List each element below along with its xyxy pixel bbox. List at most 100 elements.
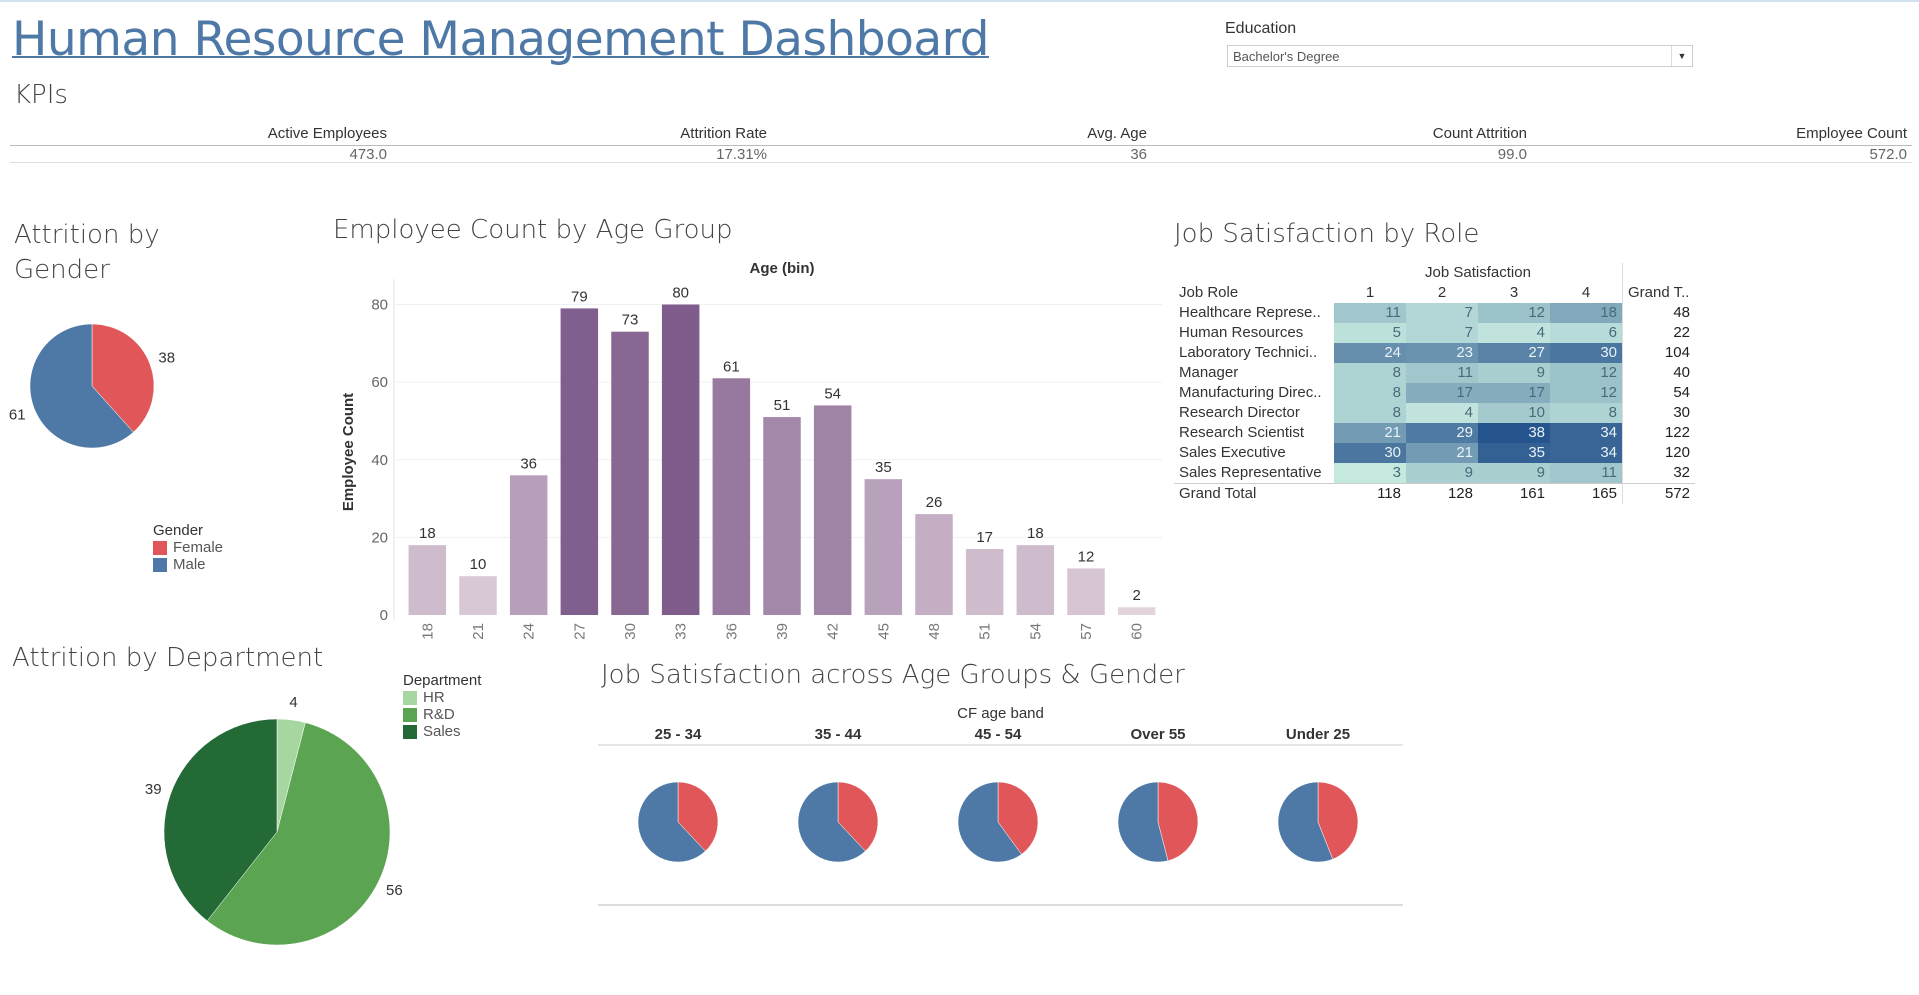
age-bar[interactable] [864, 479, 903, 615]
gender-legend: Gender Female Male [153, 522, 223, 573]
age-bar[interactable] [459, 576, 497, 615]
legend-item-female[interactable]: Female [153, 539, 223, 556]
jobsat-heat-cell[interactable]: 4 [1478, 323, 1550, 343]
jobsat-heat-cell[interactable]: 17 [1406, 383, 1478, 403]
age-bar[interactable] [763, 417, 801, 615]
jobsat-heat-cell[interactable]: 21 [1334, 423, 1406, 443]
agegender-band-label: 25 - 34 [655, 726, 702, 743]
jobsat-heat-cell[interactable]: 9 [1478, 363, 1550, 383]
jobsat-heat-cell[interactable]: 11 [1550, 463, 1623, 484]
jobsat-heat-cell[interactable]: 11 [1334, 303, 1406, 323]
kpi-value-employee-count[interactable]: 572.0 [1607, 146, 1907, 163]
age-bar-label: 26 [926, 494, 943, 511]
kpi-value-avg-age[interactable]: 36 [847, 146, 1147, 163]
agegender-pie-grid[interactable]: CF age band 25 - 34 35 - 44 45 - 54 Over 55 U… [598, 700, 1403, 910]
age-bar[interactable] [1067, 568, 1105, 615]
jobsat-heat-cell[interactable]: 7 [1406, 303, 1478, 323]
jobsat-heat-cell[interactable]: 34 [1550, 443, 1623, 463]
jobsat-group-header-row: Job Satisfaction [1174, 263, 1695, 283]
jobsat-heatmap[interactable]: Job Satisfaction Job Role 1 2 3 4 Grand T.. Hea… [1174, 263, 1695, 504]
jobsat-heat-cell[interactable]: 17 [1478, 383, 1550, 403]
table-row[interactable]: Sales Representative 3 9 9 11 32 [1174, 463, 1695, 484]
kpi-label-active-employees: Active Employees [267, 125, 387, 142]
age-bar[interactable] [1117, 607, 1156, 615]
age-bar[interactable] [611, 331, 649, 615]
jobsat-header-row: Job Role 1 2 3 4 Grand T.. [1174, 283, 1695, 303]
jobsat-heat-cell[interactable]: 29 [1406, 423, 1478, 443]
age-bar[interactable] [712, 378, 751, 615]
jobsat-heat-cell[interactable]: 38 [1478, 423, 1550, 443]
jobsat-heat-cell[interactable]: 27 [1478, 343, 1550, 363]
age-bar[interactable] [408, 545, 447, 615]
legend-item-male[interactable]: Male [153, 556, 223, 573]
age-bar[interactable] [813, 405, 852, 615]
jobsat-heat-cell[interactable]: 12 [1550, 363, 1623, 383]
jobsat-heat-cell[interactable]: 8 [1334, 403, 1406, 423]
jobsat-role-label: Research Scientist [1179, 424, 1305, 441]
sales-swatch [403, 724, 417, 739]
education-filter-dropdown[interactable]: Bachelor's Degree ▼ [1227, 45, 1693, 67]
jobsat-heat-cell[interactable]: 18 [1550, 303, 1623, 323]
legend-item-hr[interactable]: HR [403, 689, 481, 706]
legend-item-sales[interactable]: Sales [403, 723, 481, 740]
age-bar[interactable] [661, 304, 700, 615]
jobsat-heat-cell[interactable]: 23 [1406, 343, 1478, 363]
age-bar[interactable] [560, 308, 599, 615]
jobsat-chart-title: Job Satisfaction by Role [1174, 219, 1480, 249]
jobsat-role-label: Sales Executive [1179, 444, 1286, 461]
jobsat-heat-cell[interactable]: 8 [1334, 383, 1406, 403]
jobsat-row-total: 48 [1622, 303, 1695, 323]
age-bar-chart[interactable]: Age (bin)Employee Count02040608018181021… [330, 255, 1170, 645]
jobsat-grand-total-row[interactable]: Grand Total 118 128 161 165 572 [1174, 483, 1695, 504]
kpi-label-attrition-rate: Attrition Rate [680, 125, 767, 142]
legend-item-rnd[interactable]: R&D [403, 706, 481, 723]
jobsat-heat-cell[interactable]: 24 [1334, 343, 1406, 363]
table-row[interactable]: Human Resources 5 7 4 6 22 [1174, 323, 1695, 343]
jobsat-column-header: 3 [1509, 284, 1519, 301]
gender-pie-chart[interactable]: 38 61 [0, 300, 200, 460]
jobsat-heat-cell[interactable]: 8 [1550, 403, 1623, 423]
age-bar[interactable] [965, 549, 1004, 615]
agegender-column-group-label: CF age band [957, 705, 1044, 722]
jobsat-heat-cell[interactable]: 9 [1406, 463, 1478, 484]
legend-label-male: Male [173, 556, 206, 573]
table-row[interactable]: Manager 8 11 9 12 40 [1174, 363, 1695, 383]
jobsat-heat-cell[interactable]: 9 [1478, 463, 1550, 484]
kpi-value-attrition-rate[interactable]: 17.31% [467, 146, 767, 163]
table-row[interactable]: Healthcare Represe.. 11 7 12 18 48 [1174, 303, 1695, 323]
age-bar[interactable] [915, 514, 953, 615]
jobsat-heat-cell[interactable]: 12 [1478, 303, 1550, 323]
dashboard-title[interactable]: Human Resource Management Dashboard [12, 12, 989, 67]
table-row[interactable]: Manufacturing Direc.. 8 17 17 12 54 [1174, 383, 1695, 403]
age-xtick-label: 45 [875, 623, 892, 640]
age-bar[interactable] [1016, 545, 1055, 615]
age-bar[interactable] [509, 475, 548, 615]
jobsat-heat-cell[interactable]: 7 [1406, 323, 1478, 343]
table-row[interactable]: Research Director 8 4 10 8 30 [1174, 403, 1695, 423]
jobsat-heat-cell[interactable]: 30 [1334, 443, 1406, 463]
table-row[interactable]: Research Scientist 21 29 38 34 122 [1174, 423, 1695, 443]
kpi-label-count-attrition: Count Attrition [1432, 125, 1527, 142]
jobsat-heat-cell[interactable]: 4 [1406, 403, 1478, 423]
jobsat-heat-cell[interactable]: 11 [1406, 363, 1478, 383]
jobsat-heat-cell[interactable]: 8 [1334, 363, 1406, 383]
jobsat-heat-cell[interactable]: 21 [1406, 443, 1478, 463]
kpi-value-active-employees[interactable]: 473.0 [87, 146, 387, 163]
chevron-down-icon[interactable]: ▼ [1671, 46, 1692, 66]
jobsat-heat-cell[interactable]: 3 [1334, 463, 1406, 484]
agegender-chart-title: Job Satisfaction across Age Groups & Gen… [601, 660, 1185, 690]
jobsat-heat-cell[interactable]: 10 [1478, 403, 1550, 423]
jobsat-heat-cell[interactable]: 6 [1550, 323, 1623, 343]
department-label-sales: 39 [145, 781, 162, 798]
table-row[interactable]: Laboratory Technici.. 24 23 27 30 104 [1174, 343, 1695, 363]
kpi-value-count-attrition[interactable]: 99.0 [1227, 146, 1527, 163]
jobsat-heat-cell[interactable]: 5 [1334, 323, 1406, 343]
jobsat-heat-cell[interactable]: 30 [1550, 343, 1623, 363]
jobsat-heat-cell[interactable]: 34 [1550, 423, 1623, 443]
table-row[interactable]: Sales Executive 30 21 35 34 120 [1174, 443, 1695, 463]
jobsat-heat-cell[interactable]: 35 [1478, 443, 1550, 463]
gender-legend-title: Gender [153, 522, 204, 539]
department-pie-chart[interactable]: 4 56 39 [130, 690, 420, 960]
jobsat-role-label: Manufacturing Direc.. [1179, 384, 1322, 401]
jobsat-heat-cell[interactable]: 12 [1550, 383, 1623, 403]
